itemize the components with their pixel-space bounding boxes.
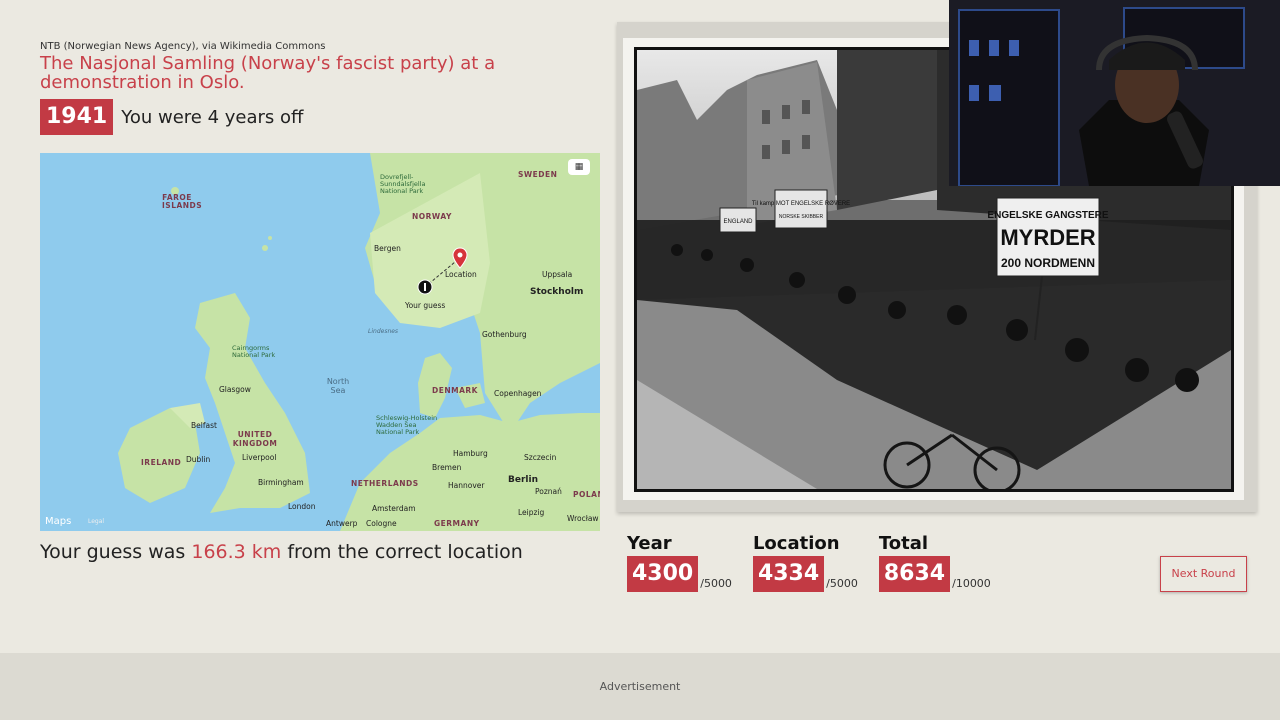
year-score-value: 4300 — [627, 556, 699, 592]
label-szczecin: Szczecin — [524, 453, 557, 462]
label-cologne: Cologne — [366, 519, 397, 528]
map-legal-link[interactable]: Legal — [88, 518, 104, 525]
sign-2-line-2: NORSKE SKIBBER — [779, 214, 824, 220]
label-denmark: DENMARK — [432, 386, 478, 395]
label-dublin: Dublin — [186, 455, 211, 464]
result-map[interactable]: ▦ SWEDEN NORWAY FAROE ISLANDS Dovrefjell… — [40, 153, 600, 531]
sign-line-3: 200 NORDMENN — [1001, 256, 1095, 270]
label-antwerp: Antwerp — [326, 519, 358, 528]
total-score: Total 8634/10000 — [878, 533, 991, 592]
location-score: Location 4334/5000 — [752, 533, 858, 592]
sign-line-2: MYRDER — [1000, 225, 1095, 250]
webcam-image — [949, 0, 1280, 186]
label-birmingham: Birmingham — [258, 478, 304, 487]
label-united-kingdom: UNITED KINGDOM — [232, 430, 278, 448]
map-icon[interactable]: ▦ — [568, 159, 590, 175]
label-your-guess: Your guess — [405, 301, 446, 310]
label-location: Location — [445, 270, 477, 279]
label-ireland: IRELAND — [141, 458, 182, 467]
label-sweden: SWEDEN — [518, 170, 558, 179]
label-netherlands: NETHERLANDS — [351, 479, 419, 488]
label-london: London — [288, 502, 316, 511]
label-bergen: Bergen — [374, 244, 401, 253]
label-schleswig: Schleswig-Holstein Wadden Sea National P… — [376, 414, 438, 436]
guess-pin-icon — [417, 279, 433, 295]
year-score-label: Year — [627, 533, 672, 554]
label-berlin: Berlin — [508, 475, 538, 485]
location-score-label: Location — [752, 533, 840, 554]
label-hamburg: Hamburg — [453, 449, 488, 458]
label-liverpool: Liverpool — [242, 453, 277, 462]
location-pin-icon — [452, 247, 468, 269]
year-row: 1941 You were 4 years off — [40, 99, 303, 135]
maps-logo: Maps — [45, 516, 71, 527]
year-score-max: /5000 — [700, 577, 732, 590]
sign-2-line-1: Til kamp MOT ENGELSKE RØVERE — [752, 201, 850, 207]
label-amsterdam: Amsterdam — [372, 504, 416, 513]
label-uppsala: Uppsala — [542, 270, 573, 279]
location-score-max: /5000 — [826, 577, 858, 590]
label-poznan: Poznań — [535, 487, 562, 496]
label-copenhagen: Copenhagen — [494, 389, 542, 398]
total-score-value: 8634 — [878, 556, 951, 592]
label-poland: POLAN — [573, 490, 600, 499]
label-leipzig: Leipzig — [518, 508, 545, 517]
label-stockholm: Stockholm — [530, 287, 584, 297]
distance-suffix: from the correct location — [281, 541, 523, 563]
next-round-button[interactable]: Next Round — [1160, 556, 1247, 592]
label-lindesnes: Lindesnes — [368, 328, 399, 335]
sign-line-1: ENGELSKE GANGSTERE — [987, 210, 1108, 221]
distance-result: Your guess was 166.3 km from the correct… — [40, 541, 523, 563]
label-belfast: Belfast — [191, 421, 217, 430]
label-north-sea: North Sea — [326, 377, 350, 395]
label-norway: NORWAY — [412, 212, 452, 221]
webcam-overlay — [949, 0, 1280, 186]
correct-year-badge: 1941 — [40, 99, 114, 135]
score-panel: Year 4300/5000 Location 4334/5000 Total … — [627, 533, 1012, 592]
label-dovrefjell: Dovrefjell-Sunndalsfjella National Park — [380, 173, 426, 195]
label-gothenburg: Gothenburg — [482, 330, 527, 339]
label-hannover: Hannover — [448, 481, 485, 490]
label-cairngorms: Cairngorms National Park — [232, 344, 276, 359]
location-score-value: 4334 — [752, 556, 825, 592]
photo-credit: NTB (Norwegian News Agency), via Wikimed… — [40, 41, 326, 52]
sign-3: ENGLAND — [723, 219, 753, 225]
year-diff-text: You were 4 years off — [121, 106, 304, 128]
total-score-label: Total — [878, 533, 929, 554]
label-glasgow: Glasgow — [219, 385, 251, 394]
total-score-max: /10000 — [952, 577, 991, 590]
label-germany: GERMANY — [434, 519, 480, 528]
year-score: Year 4300/5000 — [627, 533, 732, 592]
label-faroe: FAROE ISLANDS — [162, 193, 203, 210]
advertisement-banner: Advertisement — [0, 653, 1280, 720]
maps-brand-text: Maps — [45, 516, 72, 527]
label-wroclaw: Wrocław — [567, 514, 599, 523]
distance-value: 166.3 km — [191, 541, 282, 563]
distance-prefix: Your guess was — [40, 541, 192, 563]
photo-title: The Nasjonal Samling (Norway's fascist p… — [40, 53, 496, 93]
label-bremen: Bremen — [432, 463, 462, 472]
